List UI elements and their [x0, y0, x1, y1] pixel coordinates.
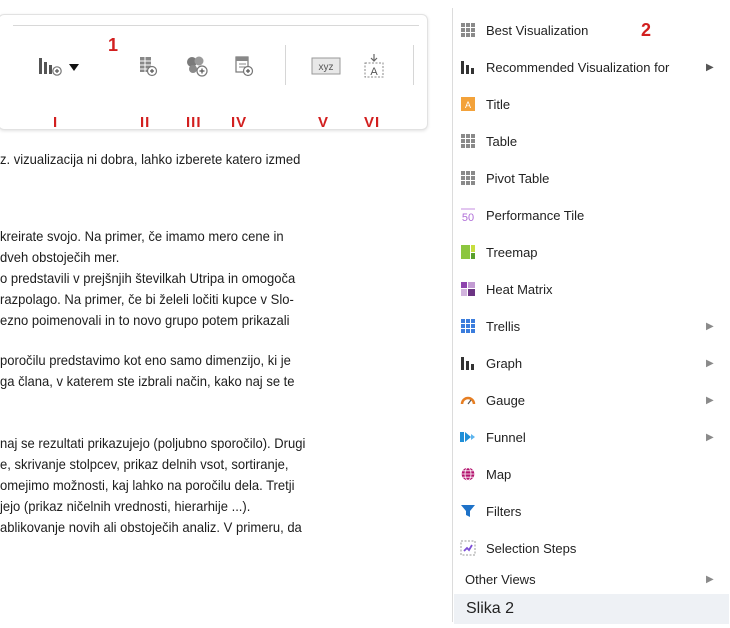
table-add-icon: [140, 57, 158, 77]
selection-steps-icon: [460, 540, 476, 556]
menu-item-treemap[interactable]: Treemap: [453, 239, 723, 265]
menu-item-selection-steps[interactable]: Selection Steps: [453, 535, 723, 561]
add-chart-button[interactable]: [183, 51, 211, 81]
grid-icon: [460, 22, 476, 38]
figure-caption: Slika 2: [454, 594, 729, 624]
menu-item-label: Selection Steps: [486, 540, 577, 556]
treemap-icon: [460, 244, 476, 260]
text-line: e, skrivanje stolpcev, prikaz delnih vso…: [0, 456, 289, 472]
menu-item-pivot-table[interactable]: Pivot Table: [453, 165, 723, 191]
label-roman-vi: VI: [364, 114, 381, 131]
table-icon: [460, 133, 476, 149]
svg-text:A: A: [465, 100, 471, 110]
menu-item-map[interactable]: Map: [453, 461, 723, 487]
performance-tile-icon: 50: [460, 207, 476, 223]
label-roman-ii: II: [140, 114, 151, 131]
menu-item-heat-matrix[interactable]: Heat Matrix: [453, 276, 723, 302]
submenu-arrow-icon: ▶: [706, 394, 714, 406]
menu-item-trellis[interactable]: Trellis ▶: [453, 313, 723, 339]
add-graph-dropdown-button[interactable]: [37, 51, 85, 81]
add-pivot-button[interactable]: [231, 51, 257, 81]
label-roman-iii: III: [186, 114, 202, 131]
label-roman-v: V: [318, 114, 330, 131]
text-line: naj se rezultati prikazujejo (poljubno s…: [0, 435, 306, 451]
menu-item-label: Table: [486, 133, 518, 149]
menu-item-label: Gauge: [486, 392, 526, 408]
submenu-arrow-icon: ▶: [706, 573, 714, 585]
pivot-table-icon: [460, 170, 476, 186]
visualization-menu: 2 Best Visualization Recommended Visuali…: [452, 8, 730, 622]
toolbar-separator: [285, 45, 286, 85]
graph-icon: [460, 355, 476, 371]
menu-item-graph[interactable]: Graph ▶: [453, 350, 723, 376]
menu-item-label: Heat Matrix: [486, 281, 553, 297]
text-line: kreirate svojo. Na primer, če imamo mero…: [0, 228, 284, 244]
funnel-icon: [460, 429, 476, 445]
text-line: ezno poimenovali in to novo grupo potem …: [0, 312, 290, 328]
menu-item-label: Funnel: [486, 429, 526, 445]
menu-item-label: Title: [486, 96, 511, 112]
text-line: o predstavili v prejšnjih številkah Utri…: [0, 270, 296, 286]
menu-item-funnel[interactable]: Funnel ▶: [453, 424, 723, 450]
menu-item-performance-tile[interactable]: 50 Performance Tile: [453, 202, 723, 228]
menu-item-label: Trellis: [486, 318, 521, 334]
trellis-icon: [460, 318, 476, 334]
submenu-arrow-icon: ▶: [706, 357, 714, 369]
text-line: ga člana, v katerem ste izbrali način, k…: [0, 373, 295, 389]
text-view-button[interactable]: A: [361, 51, 387, 81]
menu-item-title[interactable]: A Title: [453, 91, 723, 117]
add-table-button[interactable]: [135, 51, 161, 81]
title-icon: A: [460, 96, 476, 112]
figure-marker-1: 1: [108, 35, 119, 55]
menu-item-gauge[interactable]: Gauge ▶: [453, 387, 723, 413]
menu-item-label: Performance Tile: [486, 207, 585, 223]
text-line: poročilu predstavimo kot eno samo dimenz…: [0, 352, 291, 368]
globe-icon: [460, 466, 476, 482]
bar-chart-icon: [460, 59, 476, 75]
menu-item-label: Treemap: [486, 244, 538, 260]
submenu-arrow-icon: ▶: [706, 61, 714, 73]
svg-text:xyz: xyz: [319, 62, 334, 73]
heat-matrix-icon: [460, 281, 476, 297]
chart-add-icon: [187, 56, 208, 77]
menu-item-label: Map: [486, 466, 512, 482]
menu-item-label: Other Views: [465, 571, 536, 587]
text-line: jejo (prikaz ničelnih vrednosti, hierarh…: [0, 498, 251, 514]
submenu-arrow-icon: ▶: [706, 431, 714, 443]
text-line: dveh obstoječih mer.: [0, 249, 120, 265]
menu-item-table[interactable]: Table: [453, 128, 723, 154]
toolbar-top-divider: [13, 25, 419, 26]
text-line: razpolago. Na primer, če bi želeli ločit…: [0, 291, 294, 307]
menu-item-label: Pivot Table: [486, 170, 550, 186]
menu-item-recommended-visualization[interactable]: Recommended Visualization for ▶: [453, 54, 723, 80]
svg-text:50: 50: [462, 212, 474, 223]
chevron-down-icon: [69, 64, 79, 71]
menu-item-label: Recommended Visualization for: [486, 59, 670, 75]
menu-item-best-visualization[interactable]: Best Visualization: [453, 17, 723, 43]
toolbar-figure: 1 xyz A I II III IV V VI: [0, 14, 428, 131]
title-view-button[interactable]: xyz: [309, 51, 343, 81]
gauge-icon: [460, 392, 476, 408]
svg-text:A: A: [370, 66, 378, 78]
text-line: omejimo možnosti, kaj lahko na poročilu …: [0, 477, 295, 493]
label-roman-iv: IV: [231, 114, 248, 131]
filter-icon: [460, 503, 476, 519]
menu-item-filters[interactable]: Filters: [453, 498, 723, 524]
graph-add-icon: [39, 58, 79, 76]
pivot-add-icon: [235, 56, 254, 77]
submenu-arrow-icon: ▶: [706, 320, 714, 332]
text-line: z. vizualizacija ni dobra, lahko izberet…: [0, 151, 301, 167]
xyz-icon: xyz: [311, 57, 341, 75]
toolbar-separator: [413, 45, 414, 85]
menu-item-label: Best Visualization: [486, 22, 589, 38]
text-insert-icon: A: [364, 54, 384, 78]
text-line: ablikovanje novih ali obstoječih analiz.…: [0, 519, 302, 535]
menu-item-label: Graph: [486, 355, 523, 371]
menu-item-other-views[interactable]: Other Views ▶: [453, 566, 723, 592]
label-roman-i: I: [53, 114, 59, 131]
menu-item-label: Filters: [486, 503, 522, 519]
